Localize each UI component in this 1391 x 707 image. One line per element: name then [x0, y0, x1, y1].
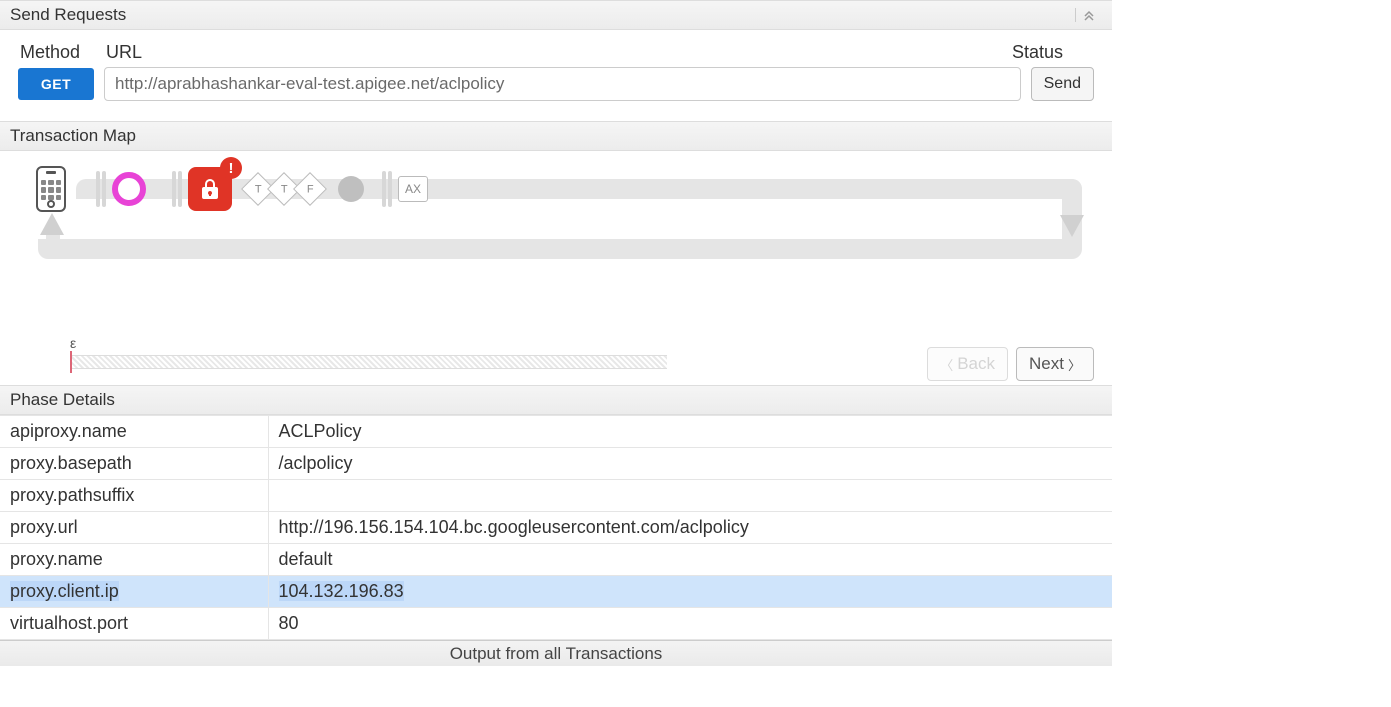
- lock-icon: [198, 177, 222, 201]
- send-requests-title: Send Requests: [10, 5, 126, 25]
- detail-value: /aclpolicy: [268, 448, 1112, 480]
- chevron-right-icon: 〉: [1068, 355, 1081, 374]
- flow-pipe-icon: [172, 170, 182, 208]
- label-method: Method: [20, 42, 96, 63]
- chevron-double-up-icon: [1082, 8, 1096, 22]
- transaction-map-header: Transaction Map: [0, 121, 1112, 151]
- arrow-down-icon: [1060, 215, 1084, 237]
- detail-key: proxy.url: [0, 512, 268, 544]
- phase-details-table: apiproxy.nameACLPolicyproxy.basepath/acl…: [0, 415, 1112, 640]
- send-requests-header: Send Requests: [0, 0, 1112, 30]
- output-footer[interactable]: Output from all Transactions: [0, 640, 1112, 666]
- phase-details-header: Phase Details: [0, 385, 1112, 415]
- client-device-icon[interactable]: [36, 166, 66, 212]
- detail-key: apiproxy.name: [0, 416, 268, 448]
- back-button[interactable]: 〈Back: [927, 347, 1008, 381]
- acl-policy-node[interactable]: !: [188, 167, 232, 211]
- detail-key: proxy.basepath: [0, 448, 268, 480]
- error-badge-icon: !: [220, 157, 242, 179]
- label-status: Status: [1012, 42, 1092, 63]
- output-footer-label: Output from all Transactions: [450, 644, 663, 664]
- phase-details-title: Phase Details: [10, 390, 115, 410]
- ax-node[interactable]: AX: [398, 176, 428, 202]
- epsilon-label: ε: [70, 335, 76, 351]
- detail-key: proxy.pathsuffix: [0, 480, 268, 512]
- flow-pipe-icon: [382, 170, 392, 208]
- table-row[interactable]: proxy.client.ip104.132.196.83: [0, 576, 1112, 608]
- detail-value: http://196.156.154.104.bc.googleusercont…: [268, 512, 1112, 544]
- table-row[interactable]: proxy.basepath/aclpolicy: [0, 448, 1112, 480]
- flow-node[interactable]: [338, 176, 364, 202]
- condition-node[interactable]: F: [293, 172, 327, 206]
- detail-value: 80: [268, 608, 1112, 640]
- detail-value: 104.132.196.83: [268, 576, 1112, 608]
- table-row[interactable]: apiproxy.nameACLPolicy: [0, 416, 1112, 448]
- next-button[interactable]: Next〉: [1016, 347, 1094, 381]
- table-row[interactable]: proxy.urlhttp://196.156.154.104.bc.googl…: [0, 512, 1112, 544]
- url-input[interactable]: [104, 67, 1021, 101]
- transaction-map-title: Transaction Map: [10, 126, 136, 146]
- chevron-left-icon: 〈: [940, 355, 953, 374]
- collapse-send-requests[interactable]: [1075, 8, 1102, 22]
- flow-pipe-icon: [96, 170, 106, 208]
- transaction-flow: ! T T F AX: [18, 165, 1094, 285]
- detail-key: proxy.name: [0, 544, 268, 576]
- table-row[interactable]: virtualhost.port80: [0, 608, 1112, 640]
- detail-value: ACLPolicy: [268, 416, 1112, 448]
- table-row[interactable]: proxy.namedefault: [0, 544, 1112, 576]
- table-row[interactable]: proxy.pathsuffix: [0, 480, 1112, 512]
- request-start-node[interactable]: [112, 172, 146, 206]
- method-button[interactable]: GET: [18, 68, 94, 100]
- transaction-timeline[interactable]: ε: [70, 335, 907, 375]
- detail-value: default: [268, 544, 1112, 576]
- timeline-marker[interactable]: [70, 351, 72, 373]
- arrow-up-icon: [40, 213, 64, 235]
- send-button[interactable]: Send: [1031, 67, 1094, 101]
- detail-key: virtualhost.port: [0, 608, 268, 640]
- detail-value: [268, 480, 1112, 512]
- label-url: URL: [106, 42, 1002, 63]
- detail-key: proxy.client.ip: [0, 576, 268, 608]
